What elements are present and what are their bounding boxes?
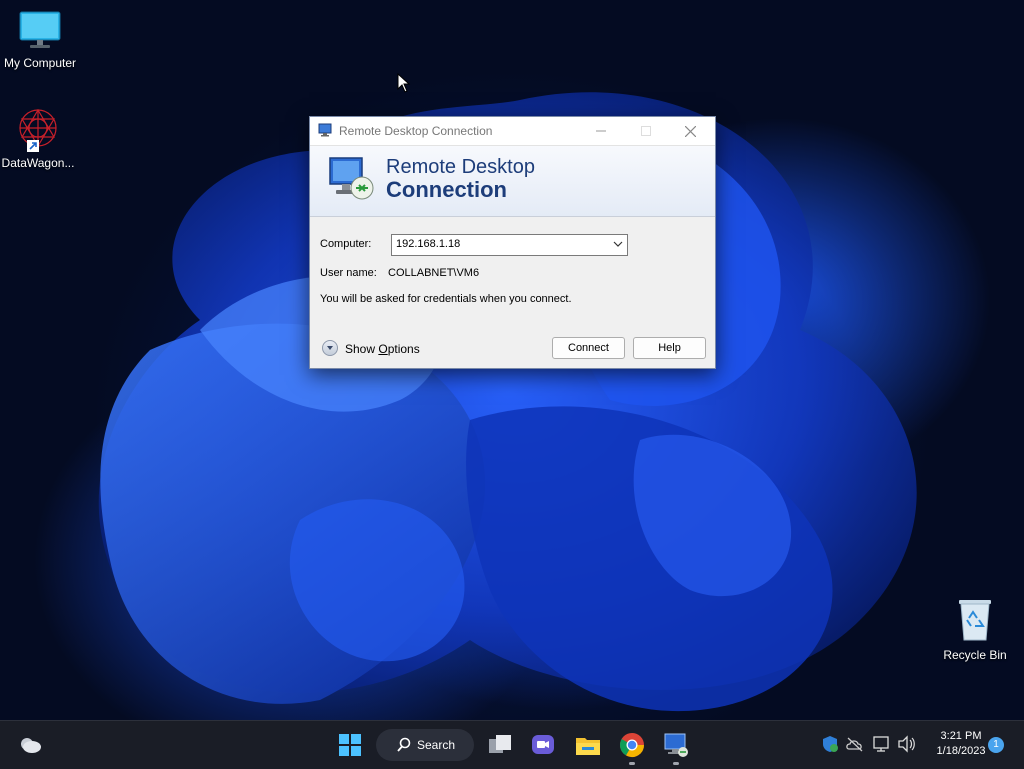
- close-button[interactable]: [668, 117, 713, 145]
- chat-icon[interactable]: [529, 731, 557, 759]
- remote-desktop-window: Remote Desktop Connection Remote Desktop…: [309, 116, 716, 369]
- banner-title-line1: Remote Desktop: [386, 156, 535, 178]
- desktop-icon-label: Recycle Bin: [943, 648, 1007, 662]
- volume-icon[interactable]: [897, 735, 917, 753]
- connect-button[interactable]: Connect: [552, 337, 625, 359]
- monitor-icon: [19, 11, 61, 48]
- maximize-button[interactable]: [623, 117, 668, 145]
- computer-value: 192.168.1.18: [396, 238, 461, 250]
- rdp-running-indicator: [673, 762, 679, 765]
- remote-desktop-taskbar-icon[interactable]: [662, 731, 690, 759]
- remote-desktop-app-icon: [318, 123, 332, 137]
- show-options-link[interactable]: Show Options: [345, 342, 420, 356]
- username-label: User name:: [320, 267, 377, 279]
- recycle-bin-icon: [959, 600, 991, 641]
- desktop-icon-my-computer[interactable]: My Computer: [0, 10, 80, 70]
- taskbar: Search 3:21 PM 1/18/2023 1: [0, 720, 1024, 769]
- chevron-down-icon[interactable]: [612, 238, 624, 250]
- credentials-info-text: You will be asked for credentials when y…: [320, 293, 572, 305]
- network-icon[interactable]: [872, 735, 892, 753]
- show-options-accel: O: [378, 342, 388, 356]
- security-shield-icon[interactable]: [820, 734, 840, 754]
- mouse-cursor-icon: [397, 73, 411, 93]
- desktop-icon-label: My Computer: [3, 56, 77, 70]
- close-icon: [684, 125, 697, 138]
- show-options-prefix: Show: [345, 342, 379, 356]
- expand-arrow-icon: [327, 346, 333, 350]
- task-view-icon[interactable]: [486, 731, 514, 759]
- taskbar-search[interactable]: Search: [376, 729, 474, 761]
- desktop-icon-recycle-bin[interactable]: Recycle Bin: [935, 596, 1015, 662]
- window-title: Remote Desktop Connection: [339, 124, 493, 138]
- banner-title-line2: Connection: [386, 177, 507, 202]
- maximize-icon: [640, 126, 651, 136]
- desktop-icon-label: DataWagon...: [1, 156, 75, 170]
- username-value: COLLABNET\VM6: [388, 267, 480, 279]
- window-banner: Remote Desktop Connection: [310, 146, 715, 217]
- search-icon: [397, 737, 411, 752]
- desktop-icon-datawagon[interactable]: DataWagon...: [0, 106, 78, 170]
- computer-combobox[interactable]: 192.168.1.18: [391, 234, 628, 256]
- show-options-toggle[interactable]: [322, 340, 338, 356]
- notification-badge[interactable]: 1: [988, 737, 1004, 753]
- chrome-running-indicator: [629, 762, 635, 765]
- window-titlebar[interactable]: Remote Desktop Connection: [310, 117, 715, 146]
- onedrive-offline-icon[interactable]: [845, 735, 865, 753]
- computer-label: Computer:: [320, 238, 372, 250]
- show-options-suffix: ptions: [387, 342, 420, 356]
- weather-icon[interactable]: [16, 731, 44, 759]
- minimize-icon: [595, 130, 606, 132]
- file-explorer-icon[interactable]: [574, 731, 602, 759]
- remote-desktop-logo-icon: [329, 157, 374, 200]
- chrome-icon[interactable]: [618, 731, 646, 759]
- minimize-button[interactable]: [578, 117, 623, 145]
- search-label: Search: [417, 738, 456, 752]
- datawagon-icon: [19, 108, 57, 152]
- help-button[interactable]: Help: [633, 337, 706, 359]
- start-icon[interactable]: [336, 731, 364, 759]
